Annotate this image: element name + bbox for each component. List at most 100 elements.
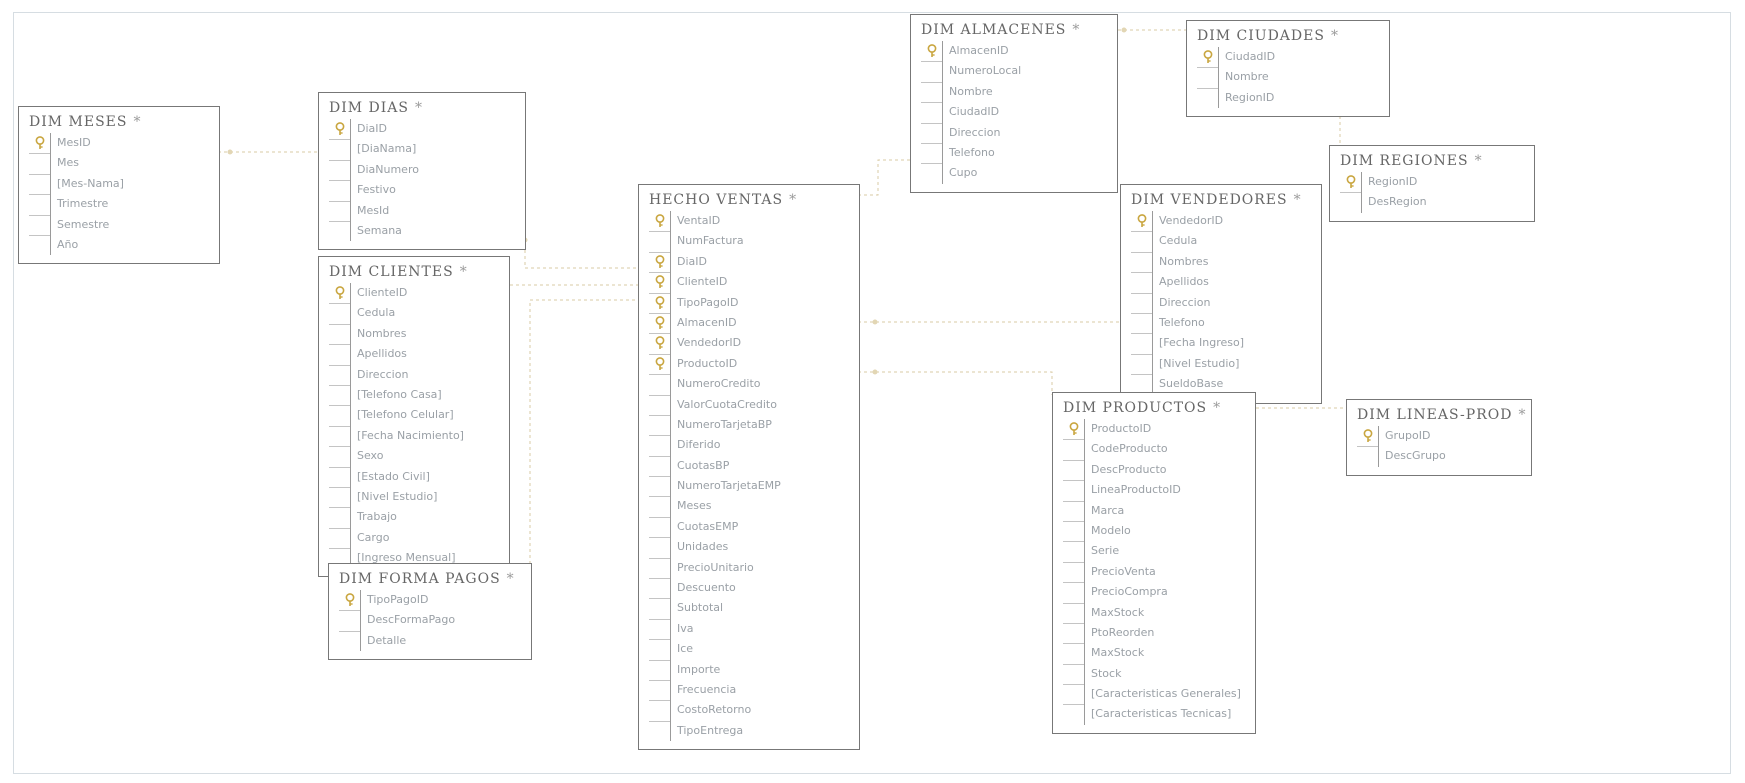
column-row[interactable]: Año bbox=[29, 234, 209, 256]
column-row[interactable]: Descuento bbox=[649, 578, 849, 599]
column-row[interactable]: [Telefono Celular] bbox=[329, 405, 499, 426]
column-row[interactable]: [Caracteristicas Generales] bbox=[1063, 684, 1245, 705]
column-row[interactable]: Subtotal bbox=[649, 598, 849, 619]
column-row[interactable]: Direccion bbox=[329, 364, 499, 385]
column-row[interactable]: PrecioCompra bbox=[1063, 582, 1245, 603]
column-row[interactable]: Unidades bbox=[649, 537, 849, 558]
table-dim-vendedores[interactable]: DIM VENDEDORES * VendedorID Cedula Nombres Ap… bbox=[1120, 184, 1322, 404]
column-row[interactable]: DiaID bbox=[329, 119, 515, 140]
column-row[interactable]: Sexo bbox=[329, 446, 499, 467]
column-row[interactable]: ProductoID bbox=[1063, 419, 1245, 440]
column-row[interactable]: PrecioUnitario bbox=[649, 557, 849, 579]
column-row[interactable]: Mes bbox=[29, 153, 209, 174]
column-row[interactable]: CuotasBP bbox=[649, 455, 849, 477]
column-row[interactable]: ClienteID bbox=[329, 283, 499, 304]
column-row[interactable]: Modelo bbox=[1063, 520, 1245, 542]
column-row[interactable]: ValorCuotaCredito bbox=[649, 394, 849, 415]
column-row[interactable]: NumeroTarjetaBP bbox=[649, 414, 849, 436]
column-row[interactable]: NumeroCredito bbox=[649, 374, 849, 395]
table-dim-clientes[interactable]: DIM CLIENTES * ClienteID Cedula Nombres Apell… bbox=[318, 256, 510, 578]
column-row[interactable]: MaxStock bbox=[1063, 602, 1245, 623]
column-row[interactable]: VendedorID bbox=[1131, 211, 1311, 232]
column-row[interactable]: MesId bbox=[329, 200, 515, 221]
column-row[interactable]: Nombres bbox=[329, 323, 499, 345]
column-row[interactable]: DiaNumero bbox=[329, 159, 515, 181]
table-dim-forma-pagos[interactable]: DIM FORMA PAGOS * TipoPagoID DescFormaPago D… bbox=[328, 563, 532, 661]
table-hecho-ventas[interactable]: HECHO VENTAS * VentaID NumFactura DiaID Clien… bbox=[638, 184, 860, 751]
column-row[interactable]: MaxStock bbox=[1063, 643, 1245, 664]
column-row[interactable]: [Telefono Casa] bbox=[329, 384, 499, 406]
column-row[interactable]: Importe bbox=[649, 659, 849, 680]
table-dim-dias[interactable]: DIM DIAS * DiaID [DiaNama] DiaNumero Festivo M… bbox=[318, 92, 526, 251]
table-dim-almacenes[interactable]: DIM ALMACENES * AlmacenID NumeroLocal Nombre… bbox=[910, 14, 1118, 193]
column-row[interactable]: ClienteID bbox=[649, 272, 849, 293]
column-row[interactable]: NumeroLocal bbox=[921, 61, 1107, 82]
column-row[interactable]: [Mes-Nama] bbox=[29, 173, 209, 195]
column-row[interactable]: CodeProducto bbox=[1063, 439, 1245, 460]
column-row[interactable]: RegionID bbox=[1197, 87, 1379, 109]
column-row[interactable]: Direccion bbox=[921, 122, 1107, 143]
column-row[interactable]: TipoEntrega bbox=[649, 720, 849, 742]
column-row[interactable]: Serie bbox=[1063, 541, 1245, 562]
column-row[interactable]: Apellidos bbox=[329, 344, 499, 365]
column-row[interactable]: [Nivel Estudio] bbox=[1131, 353, 1311, 375]
column-row[interactable]: CostoRetorno bbox=[649, 700, 849, 721]
column-row[interactable]: [Fecha Nacimiento] bbox=[329, 425, 499, 447]
column-row[interactable]: Meses bbox=[649, 496, 849, 517]
column-row[interactable]: Cedula bbox=[1131, 231, 1311, 252]
column-row[interactable]: DescFormaPago bbox=[339, 610, 521, 631]
column-row[interactable]: Stock bbox=[1063, 663, 1245, 685]
column-row[interactable]: Telefono bbox=[921, 142, 1107, 164]
column-row[interactable]: RegionID bbox=[1340, 172, 1524, 193]
column-row[interactable]: Semana bbox=[329, 220, 515, 242]
column-row[interactable]: [Fecha Ingreso] bbox=[1131, 333, 1311, 354]
column-row[interactable]: Cupo bbox=[921, 163, 1107, 184]
column-row[interactable]: TipoPagoID bbox=[649, 292, 849, 313]
column-row[interactable]: PrecioVenta bbox=[1063, 561, 1245, 583]
column-row[interactable]: DescGrupo bbox=[1357, 446, 1521, 467]
column-row[interactable]: VendedorID bbox=[649, 333, 849, 354]
column-row[interactable]: ProductoID bbox=[649, 353, 849, 375]
column-row[interactable]: Trimestre bbox=[29, 194, 209, 215]
column-row[interactable]: [Estado Civil] bbox=[329, 466, 499, 487]
column-row[interactable]: [DiaNama] bbox=[329, 139, 515, 160]
table-dim-meses[interactable]: DIM MESES * MesID Mes [Mes-Nama] Trimestre Sem… bbox=[18, 106, 220, 265]
column-row[interactable]: Detalle bbox=[339, 630, 521, 652]
column-row[interactable]: Nombres bbox=[1131, 251, 1311, 273]
column-row[interactable]: MesID bbox=[29, 133, 209, 154]
column-row[interactable]: Ice bbox=[649, 639, 849, 660]
column-row[interactable]: Marca bbox=[1063, 500, 1245, 521]
column-row[interactable]: Cargo bbox=[329, 527, 499, 549]
column-row[interactable]: Frecuencia bbox=[649, 679, 849, 701]
column-row[interactable]: Apellidos bbox=[1131, 272, 1311, 293]
column-row[interactable]: NumFactura bbox=[649, 231, 849, 252]
column-row[interactable]: Nombre bbox=[921, 81, 1107, 103]
column-row[interactable]: CiudadID bbox=[921, 102, 1107, 123]
column-row[interactable]: DescProducto bbox=[1063, 459, 1245, 481]
column-row[interactable]: Cedula bbox=[329, 303, 499, 324]
column-row[interactable]: Diferido bbox=[649, 435, 849, 456]
column-row[interactable]: [Caracteristicas Tecnicas] bbox=[1063, 704, 1245, 725]
column-row[interactable]: DiaID bbox=[649, 251, 849, 273]
column-row[interactable]: [Nivel Estudio] bbox=[329, 486, 499, 508]
column-row[interactable]: CuotasEMP bbox=[649, 516, 849, 538]
column-row[interactable]: Festivo bbox=[329, 180, 515, 201]
table-dim-lineas-prod[interactable]: DIM LINEAS-PROD * GrupoID DescGrupo bbox=[1346, 399, 1532, 476]
column-row[interactable]: Direccion bbox=[1131, 292, 1311, 313]
column-row[interactable]: GrupoID bbox=[1357, 426, 1521, 447]
column-row[interactable]: PtoReorden bbox=[1063, 622, 1245, 644]
column-row[interactable]: Trabajo bbox=[329, 507, 499, 528]
column-row[interactable]: AlmacenID bbox=[921, 41, 1107, 62]
column-row[interactable]: DesRegion bbox=[1340, 192, 1524, 213]
column-row[interactable]: VentaID bbox=[649, 211, 849, 232]
column-row[interactable]: Iva bbox=[649, 618, 849, 640]
column-row[interactable]: CiudadID bbox=[1197, 47, 1379, 68]
column-row[interactable]: TipoPagoID bbox=[339, 590, 521, 611]
column-row[interactable]: AlmacenID bbox=[649, 312, 849, 334]
table-dim-regiones[interactable]: DIM REGIONES * RegionID DesRegion bbox=[1329, 145, 1535, 222]
table-dim-productos[interactable]: DIM PRODUCTOS * ProductoID CodeProducto Desc… bbox=[1052, 392, 1256, 734]
column-row[interactable]: Semestre bbox=[29, 214, 209, 235]
column-row[interactable]: Telefono bbox=[1131, 312, 1311, 334]
column-row[interactable]: LineaProductoID bbox=[1063, 480, 1245, 501]
column-row[interactable]: NumeroTarjetaEMP bbox=[649, 476, 849, 497]
